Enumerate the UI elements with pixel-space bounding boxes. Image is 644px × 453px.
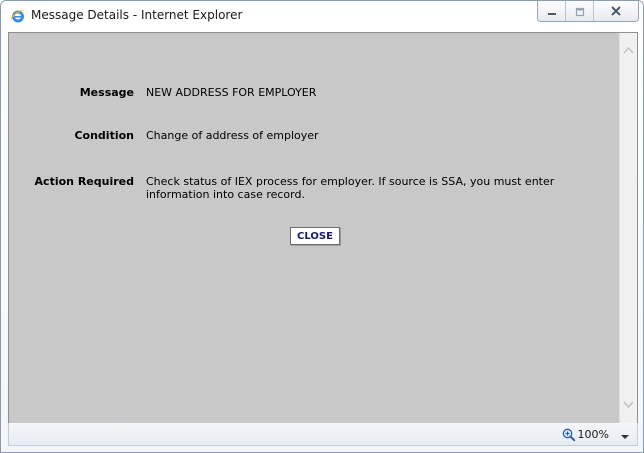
message-details-panel: Message NEW ADDRESS FOR EMPLOYER Conditi… xyxy=(9,33,619,423)
zoom-magnifier-icon[interactable] xyxy=(562,427,576,442)
action-required-value: Check status of IEX process for employer… xyxy=(146,175,555,201)
status-bar: 100% xyxy=(8,423,638,446)
condition-value: Change of address of employer xyxy=(146,129,319,142)
maximize-icon xyxy=(575,2,585,21)
vertical-scrollbar[interactable] xyxy=(619,33,637,423)
zoom-level: 100% xyxy=(577,427,609,441)
minimize-icon xyxy=(547,2,557,21)
zoom-control[interactable]: 100% xyxy=(562,426,629,442)
maximize-button[interactable] xyxy=(565,1,593,21)
window-title: Message Details - Internet Explorer xyxy=(31,8,243,22)
minimize-button[interactable] xyxy=(538,1,565,21)
message-value: NEW ADDRESS FOR EMPLOYER xyxy=(146,86,317,99)
title-bar[interactable]: Message Details - Internet Explorer xyxy=(1,1,643,31)
popup-window: Message Details - Internet Explorer Mess… xyxy=(0,0,644,453)
close-icon xyxy=(610,2,622,21)
chevron-down-icon[interactable] xyxy=(621,425,629,444)
internet-explorer-icon xyxy=(9,7,27,25)
content-area: Message NEW ADDRESS FOR EMPLOYER Conditi… xyxy=(8,32,638,424)
close-window-button[interactable] xyxy=(593,1,638,21)
action-required-label: Action Required xyxy=(34,175,134,188)
scroll-down-arrow-icon[interactable] xyxy=(623,394,634,413)
message-label: Message xyxy=(79,86,134,99)
window-controls xyxy=(537,1,639,22)
scroll-up-arrow-icon[interactable] xyxy=(623,39,634,58)
close-button[interactable]: CLOSE xyxy=(290,227,340,245)
condition-label: Condition xyxy=(74,129,134,142)
